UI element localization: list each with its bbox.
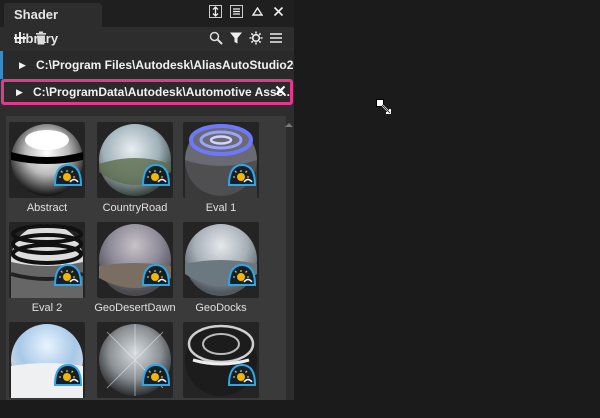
shader-tile-geodocks[interactable]: GeoDocks [180, 218, 262, 318]
shader-thumbnail [97, 122, 173, 198]
scroll-up-arrow[interactable] [284, 116, 294, 127]
shader-grid: Abstract CountryRoad Eval 1 Eval 2 GeoDe… [6, 116, 286, 400]
shader-tile-geodesertdawn[interactable]: GeoDesertDawn [94, 218, 176, 318]
sun-environment-icon [227, 263, 257, 286]
shader-library-panel: Shader Library ▶ C:\Program Files\Autode… [0, 0, 294, 400]
sun-environment-icon [53, 163, 83, 186]
expand-arrow-icon[interactable]: ▶ [19, 51, 26, 79]
library-path-label: C:\ProgramData\Autodesk\Automotive Asse.… [33, 85, 293, 99]
shader-name: GeoDesertDawn [94, 302, 176, 314]
sun-environment-icon [141, 163, 171, 186]
shader-tile-tunnel[interactable] [180, 318, 262, 418]
shader-thumbnail [183, 222, 259, 298]
remove-path-icon[interactable] [275, 82, 286, 102]
sun-environment-icon [227, 163, 257, 186]
search-icon[interactable] [207, 29, 225, 47]
close-icon[interactable] [271, 4, 286, 19]
panel-titlebar: Shader Library [0, 0, 294, 46]
shader-tile-eval1[interactable]: Eval 1 [180, 118, 262, 218]
panel-title-tab[interactable]: Shader Library [4, 3, 102, 46]
restore-icon[interactable] [250, 4, 265, 19]
shader-thumbnail [9, 322, 85, 398]
shader-thumbnail [9, 222, 85, 298]
mouse-cursor-icon [376, 99, 392, 120]
shader-tile-snow[interactable] [6, 318, 88, 418]
add-icon[interactable] [11, 29, 29, 47]
sun-environment-icon [141, 363, 171, 386]
shader-name: Abstract [26, 202, 68, 214]
gear-icon[interactable] [247, 29, 265, 47]
shader-tile-countryroad[interactable]: CountryRoad [94, 118, 176, 218]
sun-environment-icon [227, 363, 257, 386]
sun-environment-icon [53, 263, 83, 286]
shader-tile-glass[interactable] [94, 318, 176, 418]
pin-icon[interactable] [208, 4, 223, 19]
expand-arrow-icon[interactable]: ▶ [16, 82, 23, 102]
shader-thumbnail [9, 122, 85, 198]
library-path-row-programdata[interactable]: ▶ C:\ProgramData\Autodesk\Automotive Ass… [1, 79, 293, 105]
shader-thumbnail [183, 322, 259, 398]
filter-icon[interactable] [227, 29, 245, 47]
shader-thumbnail [97, 322, 173, 398]
shader-thumbnail [97, 222, 173, 298]
shader-tile-abstract[interactable]: Abstract [6, 118, 88, 218]
menu-icon[interactable] [229, 4, 244, 19]
shader-toolbar [0, 27, 294, 51]
shader-name: Eval 1 [205, 202, 237, 214]
shader-tile-eval2[interactable]: Eval 2 [6, 218, 88, 318]
sun-environment-icon [141, 263, 171, 286]
shader-name: GeoDocks [195, 302, 247, 314]
shader-thumbnail [183, 122, 259, 198]
shader-name: Eval 2 [31, 302, 63, 314]
list-icon[interactable] [267, 29, 285, 47]
library-path-row-program-files[interactable]: ▶ C:\Program Files\Autodesk\AliasAutoStu… [0, 51, 294, 79]
trash-icon[interactable] [32, 29, 50, 47]
shader-name: CountryRoad [102, 202, 168, 214]
sun-environment-icon [53, 363, 83, 386]
library-path-label: C:\Program Files\Autodesk\AliasAutoStudi… [36, 58, 294, 72]
